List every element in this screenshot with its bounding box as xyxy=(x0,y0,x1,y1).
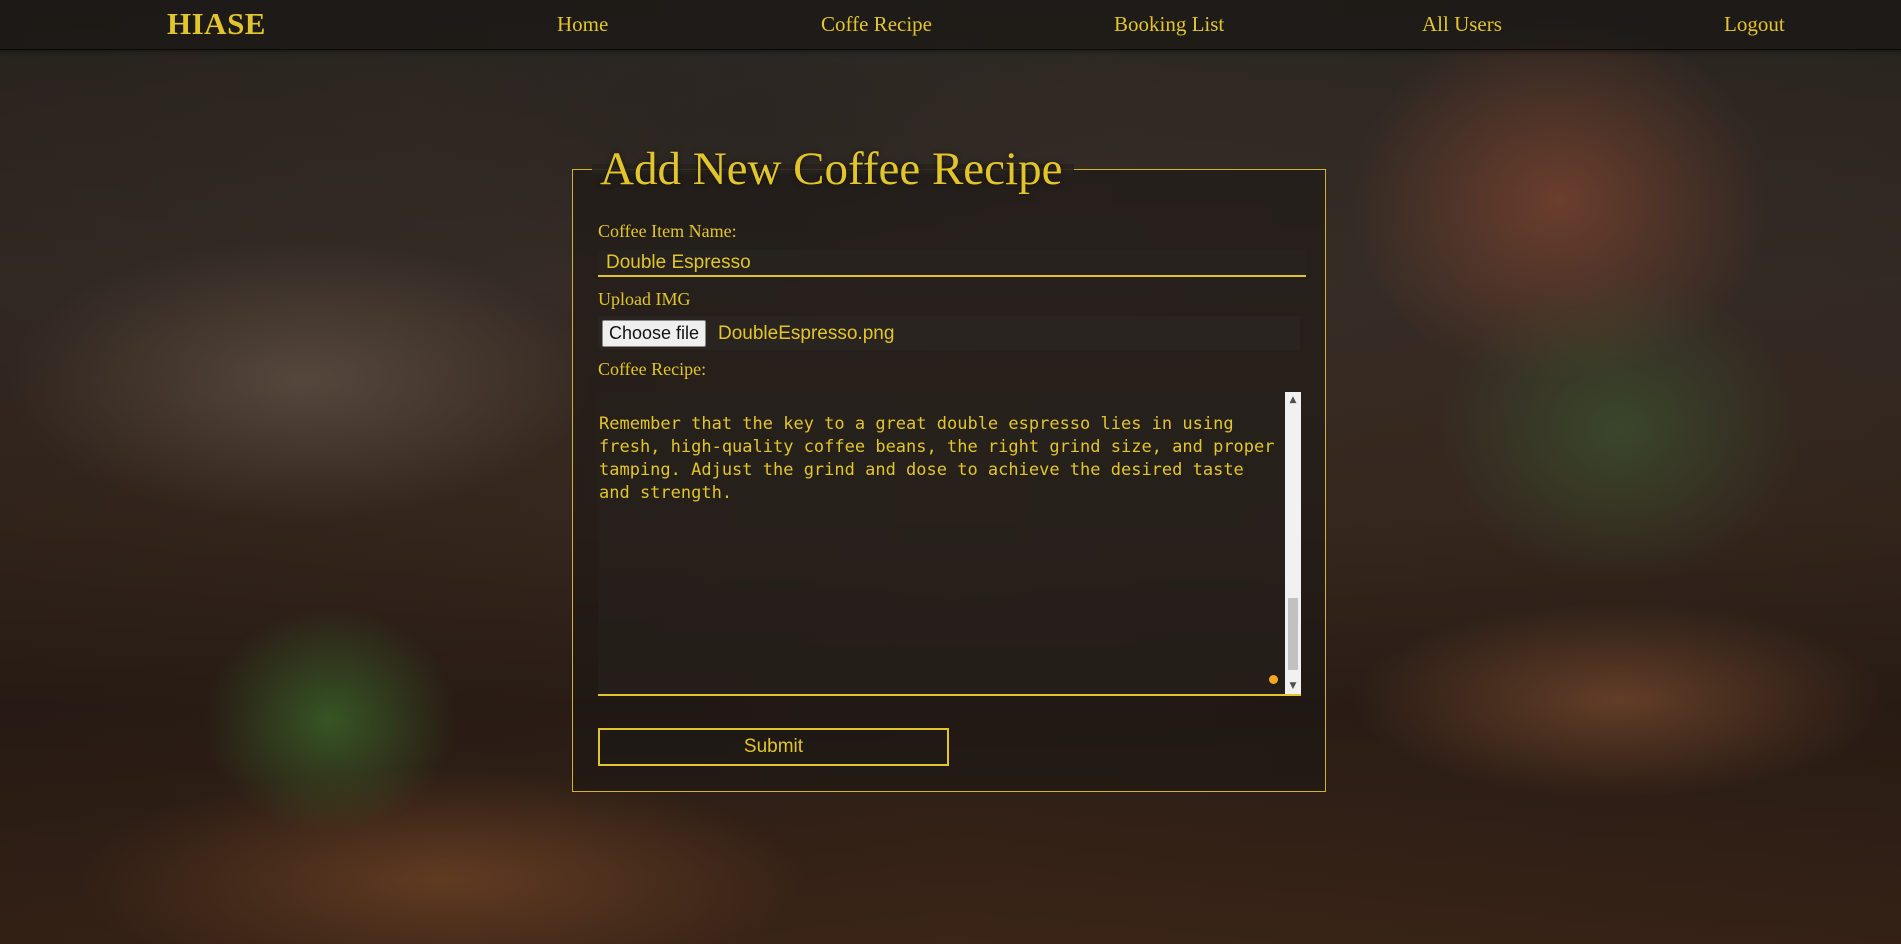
scroll-down-arrow-icon[interactable]: ▼ xyxy=(1285,678,1301,694)
submit-button[interactable]: Submit xyxy=(598,728,949,766)
recipe-label: Coffee Recipe: xyxy=(598,359,707,379)
nav-link-home[interactable]: Home xyxy=(557,12,608,37)
recipe-textarea-content[interactable]: Serve Immediately: A double espresso is … xyxy=(598,392,1279,505)
scroll-up-arrow-icon[interactable]: ▲ xyxy=(1285,392,1301,408)
nav-link-coffe-recipe[interactable]: Coffe Recipe xyxy=(821,12,932,37)
form-title: Add New Coffee Recipe xyxy=(600,143,1063,195)
file-upload-field[interactable]: Choose file DoubleEspresso.png xyxy=(598,316,1300,350)
top-navbar: HIASE Home Coffe Recipe Booking List All… xyxy=(0,0,1901,50)
recipe-textarea[interactable]: Serve Immediately: A double espresso is … xyxy=(598,392,1301,696)
item-name-input[interactable] xyxy=(598,250,1306,277)
upload-img-label: Upload IMG xyxy=(598,289,691,309)
selected-file-name: DoubleEspresso.png xyxy=(718,323,895,344)
brand-logo[interactable]: HIASE xyxy=(167,6,266,42)
nav-link-booking-list[interactable]: Booking List xyxy=(1114,12,1224,37)
scrollbar-thumb[interactable] xyxy=(1288,598,1298,670)
item-name-label: Coffee Item Name: xyxy=(598,221,737,241)
nav-link-logout[interactable]: Logout xyxy=(1724,12,1785,37)
choose-file-button[interactable]: Choose file xyxy=(602,320,707,347)
nav-link-all-users[interactable]: All Users xyxy=(1422,12,1502,37)
resize-handle[interactable] xyxy=(1269,675,1278,684)
recipe-scrollbar[interactable]: ▲ ▼ xyxy=(1285,392,1301,694)
